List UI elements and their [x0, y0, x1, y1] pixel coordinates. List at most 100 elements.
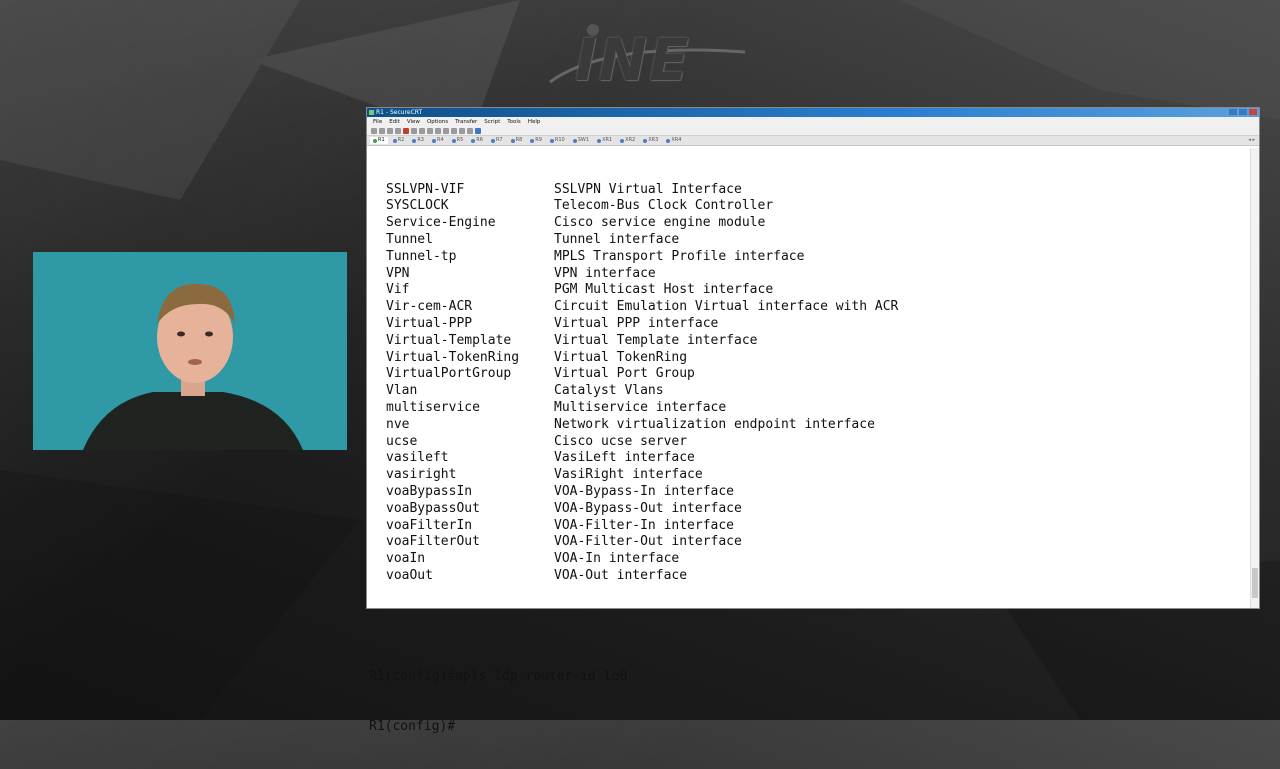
close-button[interactable]: [1249, 109, 1257, 115]
interface-row: Service-Engine Cisco service engine modul…: [369, 215, 1251, 232]
interface-description: Virtual TokenRing: [554, 349, 688, 365]
menu-script[interactable]: Script: [484, 119, 500, 125]
interface-name: Virtual-PPP: [386, 315, 473, 331]
tab-xr4[interactable]: XR4: [663, 137, 684, 144]
interface-name: vasiright: [386, 467, 457, 483]
interface-name: voaIn: [386, 551, 426, 567]
interface-name: VPN: [386, 265, 410, 281]
command-line: R1(config)#mpls ldp router-id lo0: [369, 668, 628, 684]
menu-tools[interactable]: Tools: [507, 119, 521, 125]
find-icon[interactable]: [427, 127, 433, 134]
interface-description: VOA-Filter-In interface: [554, 517, 735, 533]
tab-r8[interactable]: R8: [508, 137, 526, 144]
minimize-button[interactable]: [1229, 109, 1237, 115]
interface-name: Virtual-Template: [386, 332, 512, 348]
interface-name: multiservice: [386, 399, 480, 415]
tab-r10[interactable]: R10: [547, 137, 568, 144]
interface-name: Vir-cem-ACR: [386, 299, 473, 315]
disconnect-icon[interactable]: [403, 127, 409, 134]
quick-connect-icon[interactable]: [379, 127, 385, 134]
interface-description: MPLS Transport Profile interface: [554, 248, 805, 264]
interface-name: voaFilterOut: [386, 534, 480, 550]
tab-r1[interactable]: R1: [370, 137, 388, 144]
tab-xr2[interactable]: XR2: [617, 137, 638, 144]
reconnect-icon[interactable]: [395, 127, 401, 134]
toolbar: [367, 126, 1259, 136]
window-title: R1 - SecureCRT: [376, 109, 423, 116]
interface-name: SSLVPN-VIF: [386, 181, 465, 197]
interface-name: vasileft: [386, 450, 449, 466]
interface-row: voaFilterOut VOA-Filter-Out interface: [369, 534, 1251, 551]
print-icon[interactable]: [435, 127, 441, 134]
tab-scroll-arrows[interactable]: ◂ ▸: [1248, 137, 1255, 143]
tab-r6[interactable]: R6: [468, 137, 486, 144]
tab-sw1[interactable]: SW1: [570, 137, 592, 144]
interface-description: VasiLeft interface: [554, 450, 695, 466]
presenter-figure: [33, 252, 347, 450]
status-icon: [597, 138, 602, 143]
tab-r2[interactable]: R2: [390, 137, 408, 144]
status-icon: [392, 138, 397, 143]
interface-description: VOA-Bypass-In interface: [554, 483, 735, 499]
interface-name: Tunnel: [386, 231, 433, 247]
menu-options[interactable]: Options: [427, 119, 448, 125]
interface-description: Virtual PPP interface: [554, 315, 719, 331]
interface-description: VasiRight interface: [554, 467, 703, 483]
interface-row: voaFilterIn VOA-Filter-In interface: [369, 518, 1251, 535]
menu-view[interactable]: View: [407, 119, 420, 125]
menu-edit[interactable]: Edit: [389, 119, 400, 125]
tab-r3[interactable]: R3: [409, 137, 427, 144]
keymap-icon[interactable]: [467, 127, 473, 134]
interface-row: SYSCLOCK Telecom-Bus Clock Controller: [369, 198, 1251, 215]
terminal-output[interactable]: SSLVPN-VIF SSLVPN Virtual Interface SYSCLO…: [367, 148, 1251, 735]
menu-transfer[interactable]: Transfer: [455, 119, 477, 125]
tab-r5[interactable]: R5: [449, 137, 467, 144]
menu-bar: File Edit View Options Transfer Script T…: [367, 117, 1259, 126]
interface-row: nve Network virtualization endpoint inter…: [369, 417, 1251, 434]
status-icon: [572, 138, 577, 143]
title-bar: R1 - SecureCRT: [367, 108, 1259, 117]
copy-icon[interactable]: [411, 127, 417, 134]
connect-icon[interactable]: [371, 127, 377, 134]
interface-description: Catalyst Vlans: [554, 383, 664, 399]
interface-name: VirtualPortGroup: [386, 366, 512, 382]
menu-file[interactable]: File: [373, 119, 382, 125]
interface-name: Tunnel-tp: [386, 248, 457, 264]
interface-row: voaBypassOut VOA-Bypass-Out interface: [369, 501, 1251, 518]
tab-xr3[interactable]: XR3: [640, 137, 661, 144]
tab-r4[interactable]: R4: [429, 137, 447, 144]
interface-row: Tunnel Tunnel interface: [369, 232, 1251, 249]
interface-row: Virtual-Template Virtual Template interfa…: [369, 333, 1251, 350]
interface-name: Service-Engine: [386, 215, 496, 231]
settings-icon[interactable]: [443, 127, 449, 134]
tab-r9[interactable]: R9: [527, 137, 545, 144]
interface-name: Vlan: [386, 383, 418, 399]
presenter-video: [33, 252, 347, 450]
connect-tab-icon[interactable]: [387, 127, 393, 134]
paste-icon[interactable]: [419, 127, 425, 134]
securecrt-window: R1 - SecureCRT File Edit View Options Tr…: [366, 107, 1260, 735]
status-icon: [643, 138, 648, 143]
interface-row: VPN VPN interface: [369, 266, 1251, 283]
tab-xr1[interactable]: XR1: [594, 137, 615, 144]
ine-logo: INE: [545, 22, 755, 94]
status-icon: [373, 138, 377, 143]
logo-text: INE: [575, 26, 691, 94]
status-icon: [412, 138, 417, 143]
terminal-scrollbar[interactable]: [1250, 148, 1259, 608]
status-icon: [451, 138, 456, 143]
interface-row: SSLVPN-VIF SSLVPN Virtual Interface: [369, 182, 1251, 199]
window-controls: [1229, 109, 1257, 115]
tab-r7[interactable]: R7: [488, 137, 506, 144]
interface-description: VOA-Out interface: [554, 567, 688, 583]
help-icon[interactable]: [475, 127, 481, 134]
interface-description: VOA-In interface: [554, 551, 680, 567]
menu-help[interactable]: Help: [528, 119, 541, 125]
sftp-icon[interactable]: [459, 127, 465, 134]
interface-name: voaFilterIn: [386, 517, 473, 533]
maximize-button[interactable]: [1239, 109, 1247, 115]
options-icon[interactable]: [451, 127, 457, 134]
session-tabs: R1 R2 R3 R4 R5 R6 R7 R8 R9 R10 SW1 XR1 X…: [367, 136, 1259, 146]
scrollbar-thumb[interactable]: [1252, 568, 1258, 598]
interface-description: Circuit Emulation Virtual interface with…: [554, 299, 899, 315]
